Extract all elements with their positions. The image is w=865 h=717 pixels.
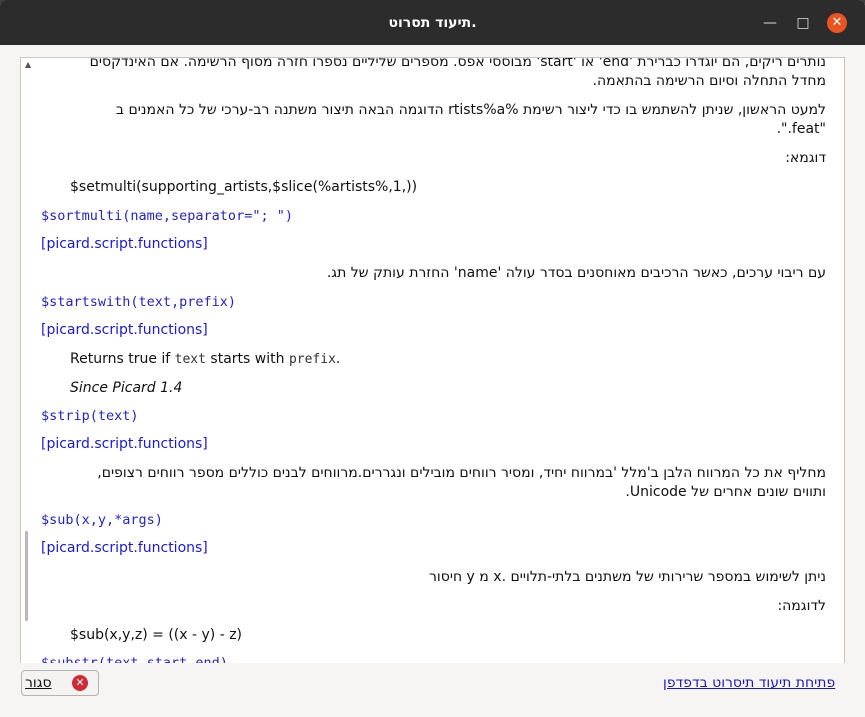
window-title: תיעוד תסרוט. xyxy=(388,15,477,31)
doc-paragraph-line: "feat.". xyxy=(776,121,826,137)
function-signature[interactable]: $sortmulti(name,separator="; ") xyxy=(41,208,293,224)
example-heading: דוגמא: xyxy=(785,150,826,166)
close-button-label: סגור xyxy=(25,675,52,691)
code-text: prefix xyxy=(288,352,336,367)
function-description: ותווים שונים אחרים של Unicode. xyxy=(625,484,826,500)
title-bar: תיעוד תסרוט. — □ ✕ xyxy=(0,0,865,45)
doc-paragraph-line: נותרים ריקים, הם יוגדרו כברירת 'end' או … xyxy=(89,57,826,70)
function-description: עם ריבוי ערכים, כאשר הרכיבים מאוחסנים בס… xyxy=(326,265,826,281)
module-reference[interactable]: [picard.script.functions] xyxy=(41,540,208,556)
close-window-icon[interactable]: ✕ xyxy=(827,13,847,33)
doc-paragraph-line: למעט הראשון, שניתן להשתמש בו כדי ליצור ר… xyxy=(115,102,826,118)
function-description: ניתן לשימוש במספר שרירותי של משתנים בלתי… xyxy=(429,569,826,585)
function-signature[interactable]: $startswith(text,prefix) xyxy=(41,294,236,310)
description-text: starts with xyxy=(210,351,285,367)
close-button[interactable]: סגור ✕ xyxy=(21,670,99,696)
module-reference[interactable]: [picard.script.functions] xyxy=(41,322,208,338)
example-heading: לדוגמה: xyxy=(777,598,826,614)
scrollbar-thumb[interactable] xyxy=(25,531,28,621)
code-text: text xyxy=(174,352,206,367)
function-description: Returns true if text starts with prefix. xyxy=(70,351,340,367)
example-code: $setmulti(supporting_artists,$slice(%art… xyxy=(70,179,418,195)
scrollbar[interactable]: ▲ xyxy=(21,58,37,664)
function-signature[interactable]: $strip(text) xyxy=(41,408,139,424)
dialog-window: תיעוד תסרוט. — □ ✕ ▲ נותרים ריקים, הם יו… xyxy=(0,0,865,717)
scroll-up-icon[interactable]: ▲ xyxy=(25,60,31,69)
maximize-icon[interactable]: □ xyxy=(794,14,812,32)
function-signature[interactable]: $sub(x,y,*args) xyxy=(41,512,163,528)
doc-paragraph-line: מחדל התחלה וסיום הרשימה בהתאמה. xyxy=(592,73,826,89)
module-reference[interactable]: [picard.script.functions] xyxy=(41,436,208,452)
close-icon: ✕ xyxy=(72,675,88,691)
module-reference[interactable]: [picard.script.functions] xyxy=(41,236,208,252)
example-code: $sub(x,y,z) = ((x - y) - z) xyxy=(70,627,243,643)
minimize-icon[interactable]: — xyxy=(761,14,779,32)
documentation-view[interactable]: ▲ נותרים ריקים, הם יוגדרו כברירת 'end' א… xyxy=(20,57,845,665)
function-description: מחליף את כל המרווח הלבן ב'מלל 'במרווח יח… xyxy=(97,465,826,481)
since-version-note: Since Picard 1.4 xyxy=(70,380,183,396)
open-in-browser-link[interactable]: פתיחת תיעוד תיסרוט בדפדפן xyxy=(663,675,835,691)
description-text: . xyxy=(335,351,341,367)
description-text: Returns true if xyxy=(70,351,171,367)
